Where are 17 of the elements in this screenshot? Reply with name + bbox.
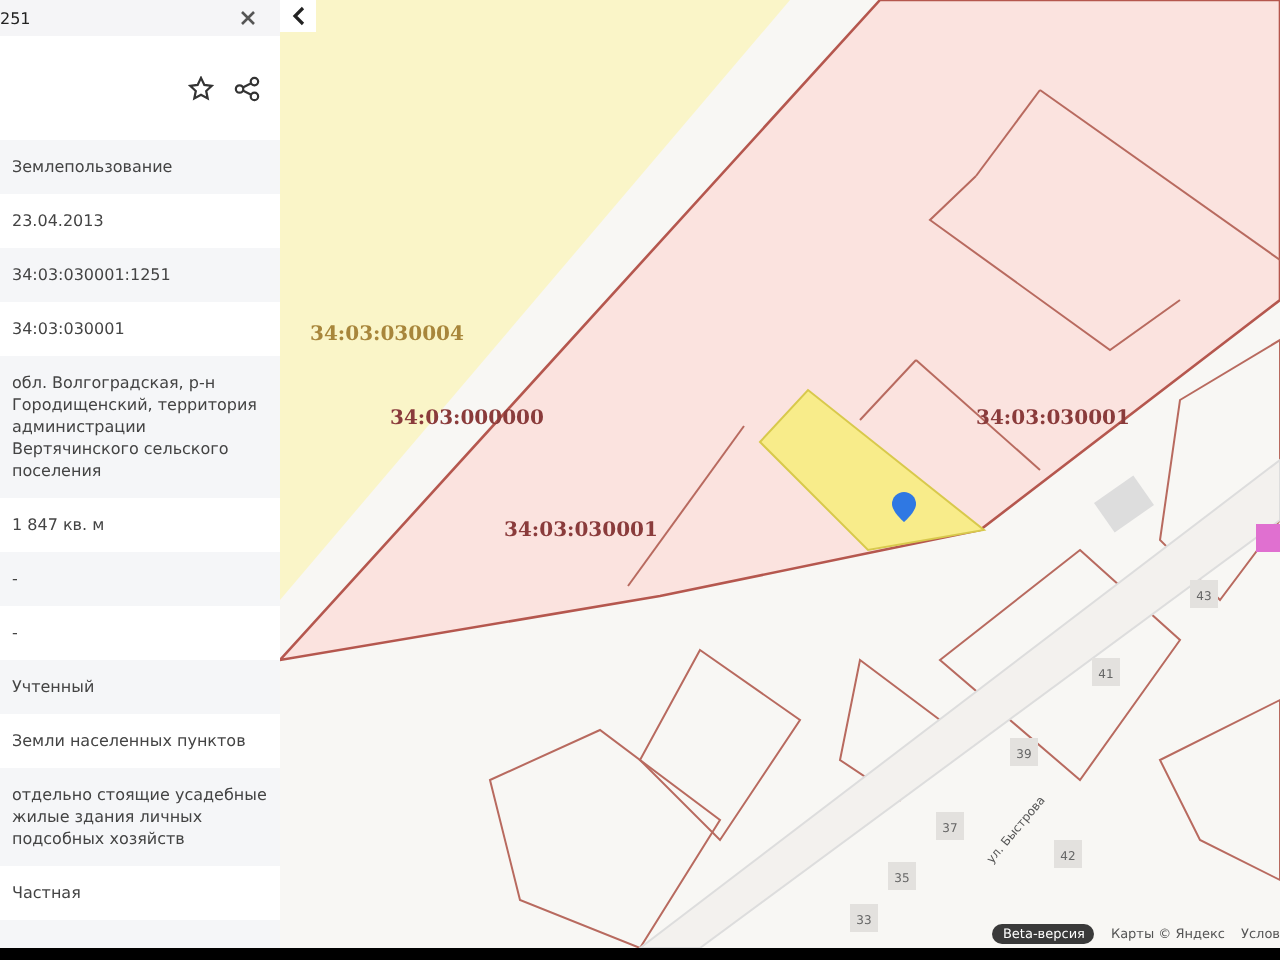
close-icon[interactable] [240,10,256,26]
search-value: 251 [0,9,31,27]
collapse-button[interactable] [280,0,316,32]
field-value: Учтенный [0,660,280,714]
quarter-label: 34:03:030001 [504,520,658,542]
location-pin-icon[interactable] [892,492,916,522]
field-value: - [0,552,280,606]
share-icon[interactable] [234,75,260,101]
field-value: обл. Волгоградская, р-н Городищенский, территория администрации Вертячинского сельского поселения [0,356,280,498]
quarter-label: 34:03:030004 [310,324,464,346]
field-value: отдельно стоящие усадебные жилые здания личных подсобных хозяйств [0,768,280,866]
building [1256,524,1280,552]
field-value: Землепользование [0,140,280,194]
search-field[interactable]: 251 [0,0,280,36]
star-icon[interactable] [188,75,214,101]
chevron-icon [291,6,305,26]
field-value: 34:03:030001:1251 [0,248,280,302]
